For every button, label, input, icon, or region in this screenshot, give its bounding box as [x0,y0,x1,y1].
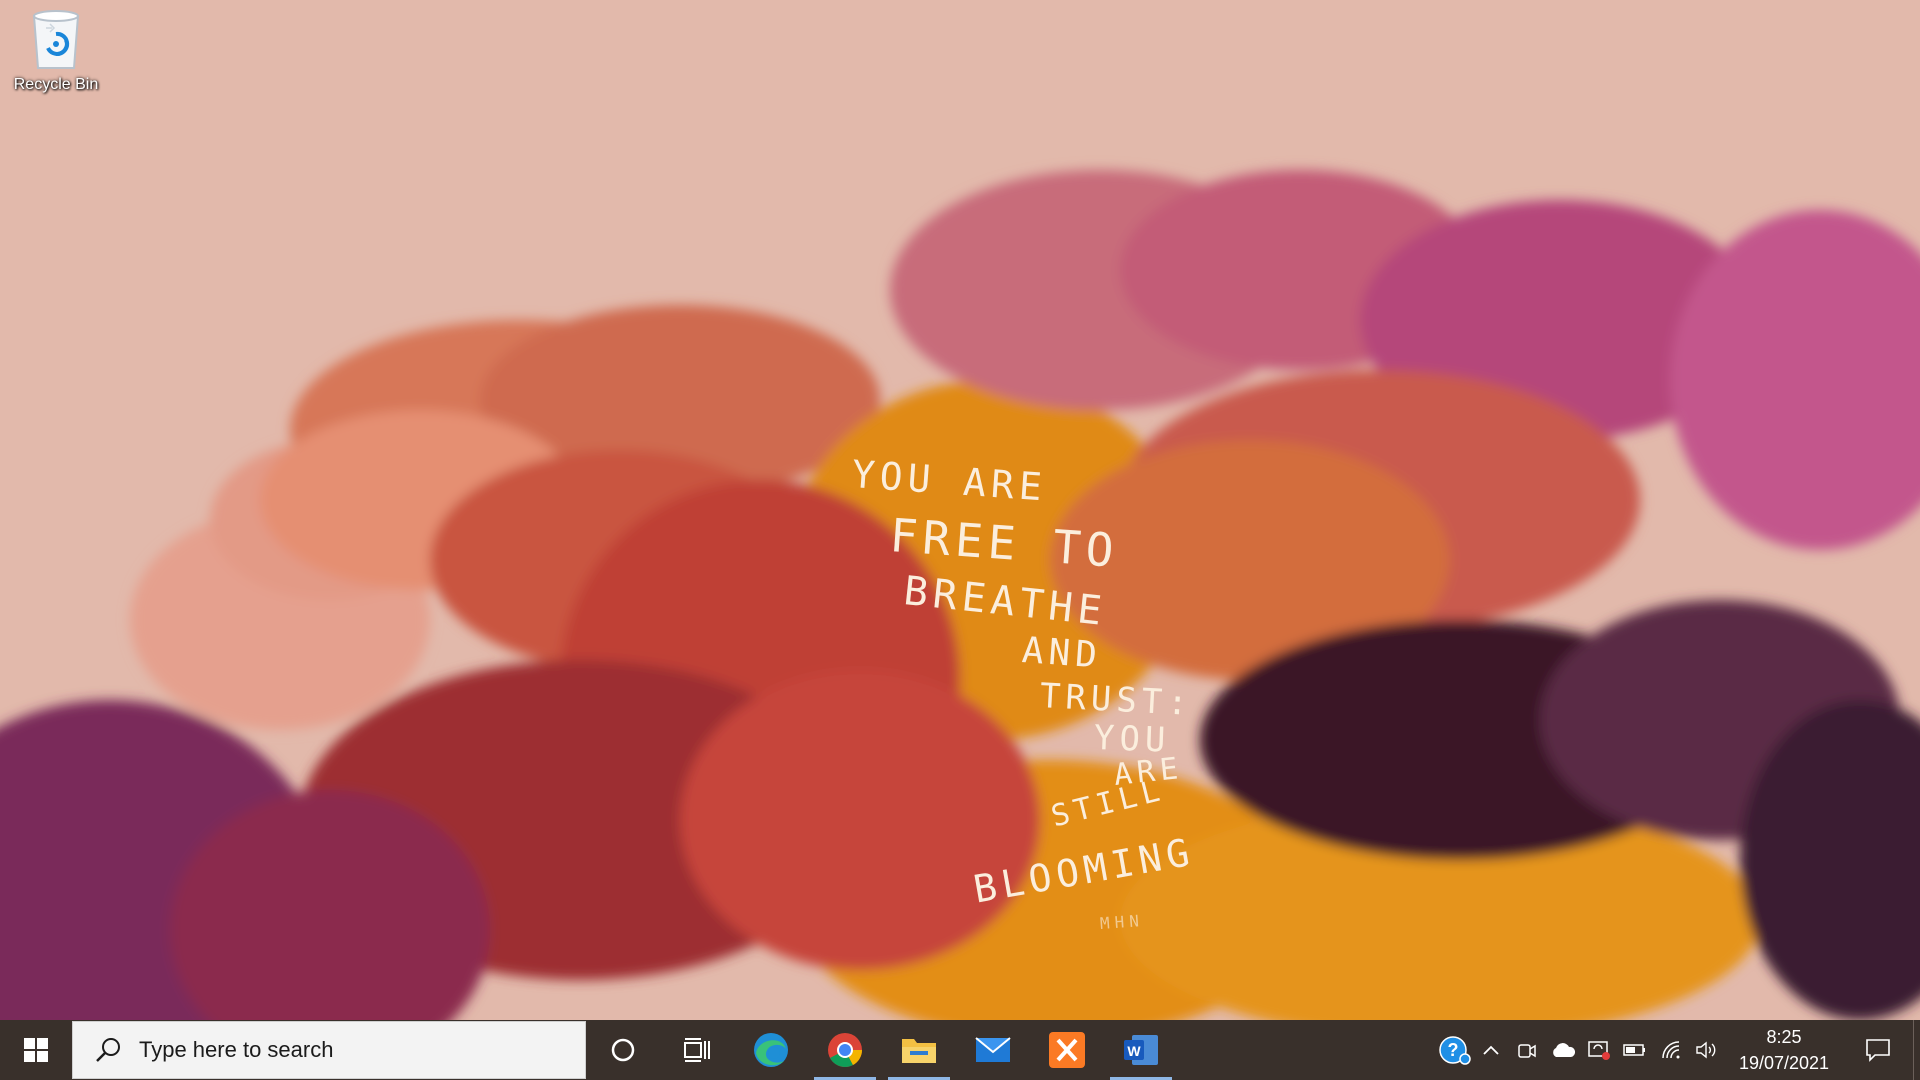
meet-now-icon [1518,1044,1536,1058]
search-placeholder: Type here to search [139,1037,334,1062]
svg-text:?: ? [1448,1040,1459,1060]
show-hidden-icons-button[interactable] [1473,1020,1509,1080]
desktop: YOU ARE FREE TO BREATHE AND TRUST: YOU A… [0,0,1920,1020]
help-tray-button[interactable]: ? [1437,1020,1473,1080]
xampp-taskbar-button[interactable] [1030,1020,1104,1080]
cortana-button[interactable] [586,1020,660,1080]
task-view-icon [684,1038,710,1062]
clock-date: 19/07/2021 [1738,1053,1830,1073]
quote-line: TRUST: [1038,676,1194,724]
edge-icon [754,1033,788,1067]
action-center-button[interactable] [1843,1020,1913,1080]
battery-icon [1623,1044,1645,1056]
wallpaper [0,0,1920,1020]
update-icon [1588,1041,1610,1060]
recycle-bin-label: Recycle Bin [13,76,99,93]
clock[interactable]: 8:25 19/07/2021 [1725,1020,1843,1080]
volume-tray-button[interactable] [1689,1020,1725,1080]
mail-icon [975,1037,1011,1062]
file-explorer-taskbar-button[interactable] [882,1020,956,1080]
chevron-up-icon [1483,1045,1499,1055]
taskbar: Type here to search W ? 8:25 19/07/2021 [0,1020,1920,1080]
meet-now-tray-button[interactable] [1509,1020,1545,1080]
cortana-circle-icon [611,1038,635,1062]
action-center-icon [1866,1039,1890,1062]
onedrive-icon [1553,1043,1576,1057]
windows-logo-icon [24,1038,48,1062]
volume-icon [1696,1041,1716,1059]
onedrive-tray-button[interactable] [1545,1020,1581,1080]
battery-tray-button[interactable] [1617,1020,1653,1080]
recycle-bin-shortcut[interactable]: Recycle Bin [6,6,106,106]
xampp-icon [1049,1032,1085,1068]
start-button[interactable] [0,1020,72,1080]
edge-taskbar-button[interactable] [734,1020,808,1080]
word-taskbar-button[interactable]: W [1104,1020,1178,1080]
search-icon [96,1038,120,1062]
update-tray-button[interactable] [1581,1020,1617,1080]
recycle-bin-icon [32,10,80,69]
quote-line: AND [1020,630,1104,677]
clock-time: 8:25 [1766,1027,1802,1047]
help-icon: ? [1439,1036,1471,1065]
chrome-taskbar-button[interactable] [808,1020,882,1080]
search-input[interactable]: Type here to search [72,1021,586,1079]
word-icon: W [1124,1035,1158,1065]
chrome-icon [828,1033,862,1067]
quote-signature: MHN [1099,910,1145,933]
task-view-button[interactable] [660,1020,734,1080]
network-tray-button[interactable] [1653,1020,1689,1080]
wifi-icon [1662,1041,1680,1059]
mail-taskbar-button[interactable] [956,1020,1030,1080]
show-desktop-button[interactable] [1913,1020,1920,1080]
file-explorer-icon [902,1039,936,1063]
svg-text:W: W [1127,1043,1141,1059]
system-tray: ? 8:25 19/07/2021 [1437,1020,1920,1080]
